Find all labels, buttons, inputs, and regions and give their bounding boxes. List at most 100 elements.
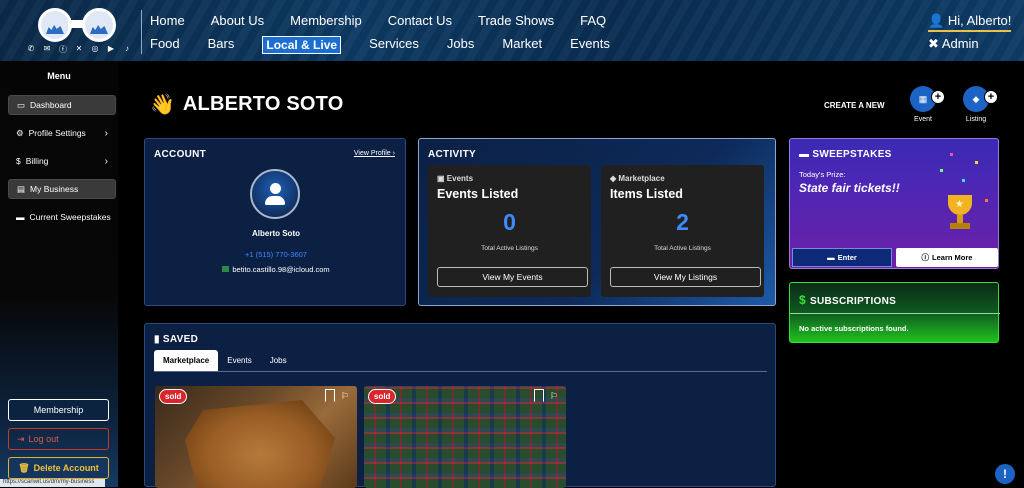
browser-status-url: https://scanwit.us/dm/my-business	[0, 479, 105, 487]
trophy-icon: ★	[940, 191, 980, 235]
delete-account-label: Delete Account	[33, 463, 99, 473]
nav-home[interactable]: Home	[150, 13, 185, 28]
account-card: ACCOUNT View Profile › Alberto Soto +1 (…	[144, 138, 406, 306]
trash-icon: 🗑	[18, 462, 30, 473]
social-links: ✆ ✉ ⓕ ✕ ◎ ▶ ♪	[26, 44, 132, 55]
events-summary: ▣ Events Events Listed 0 Total Active Li…	[428, 165, 591, 297]
saved-item-card[interactable]: sold ⚐	[364, 386, 566, 488]
nav-about-us[interactable]: About Us	[211, 13, 264, 28]
sidebar-item-billing[interactable]: $ Billing ›	[8, 151, 116, 171]
create-event-button[interactable]: ▦ + Event	[903, 86, 945, 123]
view-profile-link[interactable]: View Profile ›	[354, 150, 395, 157]
sweepstakes-heading-text: SWEEPSTAKES	[812, 149, 892, 160]
nav-food[interactable]: Food	[150, 36, 180, 54]
create-new-label: CREATE A NEW	[824, 101, 885, 110]
bag-icon: ◆ +	[963, 86, 998, 112]
flag-icon[interactable]: ⚐	[341, 391, 349, 402]
create-listing-label: Listing	[965, 116, 987, 123]
view-profile-label: View Profile	[353, 150, 391, 157]
flag-icon[interactable]: ⚐	[550, 391, 558, 402]
membership-button[interactable]: Membership	[8, 399, 109, 421]
account-name: Alberto Soto	[252, 229, 300, 238]
tab-events[interactable]: Events	[218, 350, 260, 371]
marketplace-tag-label: Marketplace	[618, 174, 665, 183]
marketplace-summary: ◆ Marketplace Items Listed 2 Total Activ…	[601, 165, 764, 297]
ticket-icon: ▬	[827, 253, 835, 262]
marketplace-count: 2	[676, 209, 689, 235]
tab-jobs[interactable]: Jobs	[261, 350, 296, 371]
calendar-icon: ▣	[437, 174, 445, 183]
saved-item-card[interactable]: sold ⚐	[155, 386, 357, 488]
youtube-icon[interactable]: ▶	[106, 44, 116, 55]
tiktok-icon[interactable]: ♪	[122, 44, 132, 55]
nav-contact-us[interactable]: Contact Us	[388, 13, 452, 28]
page-header: 👋 ALBERTO SOTO	[150, 92, 343, 117]
nav-services[interactable]: Services	[369, 36, 419, 54]
account-email-text: betito.castillo.98@icloud.com	[232, 265, 330, 274]
primary-nav: Home About Us Membership Contact Us Trad…	[150, 13, 632, 28]
facebook-icon[interactable]: ⓕ	[58, 44, 68, 55]
account-email[interactable]: betito.castillo.98@icloud.com	[145, 265, 407, 274]
bookmark-icon[interactable]	[534, 389, 544, 402]
nav-market[interactable]: Market	[502, 36, 542, 54]
x-icon[interactable]: ✕	[74, 44, 84, 55]
help-button[interactable]: !	[995, 464, 1015, 484]
user-greeting[interactable]: 👤 Hi, Alberto!	[928, 13, 1012, 32]
email-icon[interactable]: ✉	[42, 44, 52, 55]
nav-trade-shows[interactable]: Trade Shows	[478, 13, 554, 28]
logout-button[interactable]: ⇥ Log out	[8, 428, 109, 450]
chevron-right-icon: ›	[104, 155, 108, 167]
divider	[790, 313, 1000, 314]
instagram-icon[interactable]: ◎	[90, 44, 100, 55]
sidebar-item-my-business[interactable]: ▤ My Business	[8, 179, 116, 199]
dollar-icon: $	[16, 156, 21, 166]
prize-text: State fair tickets!!	[799, 181, 900, 195]
dollar-icon: $	[799, 293, 806, 307]
email-icon	[222, 266, 230, 272]
nav-bars[interactable]: Bars	[208, 36, 235, 54]
admin-text: Admin	[941, 36, 979, 51]
top-navigation-bar: ✆ ✉ ⓕ ✕ ◎ ▶ ♪ Home About Us Membership C…	[0, 0, 1024, 61]
nav-membership[interactable]: Membership	[290, 13, 362, 28]
sidebar-item-profile-settings[interactable]: ⚙ Profile Settings ›	[8, 123, 116, 143]
create-listing-button[interactable]: ◆ + Listing	[956, 86, 998, 123]
sweepstakes-learn-more-button[interactable]: ⓘ Learn More	[896, 248, 998, 267]
sidebar-item-dashboard[interactable]: ▭ Dashboard	[8, 95, 116, 115]
plus-icon: +	[984, 90, 998, 104]
account-phone[interactable]: +1 (515) 770-3607	[145, 250, 407, 259]
phone-icon[interactable]: ✆	[26, 44, 36, 55]
site-logo[interactable]	[38, 8, 118, 42]
chevron-right-icon: ›	[104, 127, 108, 139]
events-tag-label: Events	[446, 174, 474, 183]
events-caption: Total Active Listings	[481, 245, 538, 252]
confetti	[950, 153, 953, 156]
bag-icon: ◆	[610, 174, 617, 183]
sidebar-item-current-sweepstakes[interactable]: ▬ Current Sweepstakes	[8, 207, 116, 227]
store-icon: ▤	[17, 183, 26, 194]
nav-faq[interactable]: FAQ	[580, 13, 606, 28]
learn-more-label: Learn More	[932, 253, 973, 262]
nav-events[interactable]: Events	[570, 36, 610, 54]
confetti	[975, 161, 978, 164]
sidebar-item-label: Billing	[25, 156, 49, 166]
ticket-icon: ▬	[799, 149, 810, 160]
confetti	[985, 199, 988, 202]
bookmark-icon[interactable]	[325, 389, 335, 402]
marketplace-caption: Total Active Listings	[654, 245, 711, 252]
logout-icon: ⇥	[17, 433, 25, 444]
view-my-listings-button[interactable]: View My Listings	[610, 267, 761, 287]
nav-local-live[interactable]: Local & Live	[262, 36, 342, 54]
nav-jobs[interactable]: Jobs	[447, 36, 474, 54]
sweepstakes-enter-button[interactable]: ▬ Enter	[792, 248, 892, 267]
view-my-events-button[interactable]: View My Events	[437, 267, 588, 287]
nav-divider	[141, 10, 142, 54]
admin-link[interactable]: ✖ Admin	[928, 36, 979, 52]
chevron-right-icon: ›	[392, 150, 395, 157]
logo-lens-left	[38, 8, 72, 42]
tab-marketplace[interactable]: Marketplace	[154, 350, 219, 371]
todays-prize-label: Today's Prize:	[799, 170, 846, 179]
ticket-icon: ▬	[16, 212, 25, 222]
delete-account-button[interactable]: 🗑 Delete Account	[8, 457, 109, 479]
sidebar-item-label: Dashboard	[30, 100, 72, 110]
saved-heading: ▮ SAVED	[154, 334, 198, 345]
